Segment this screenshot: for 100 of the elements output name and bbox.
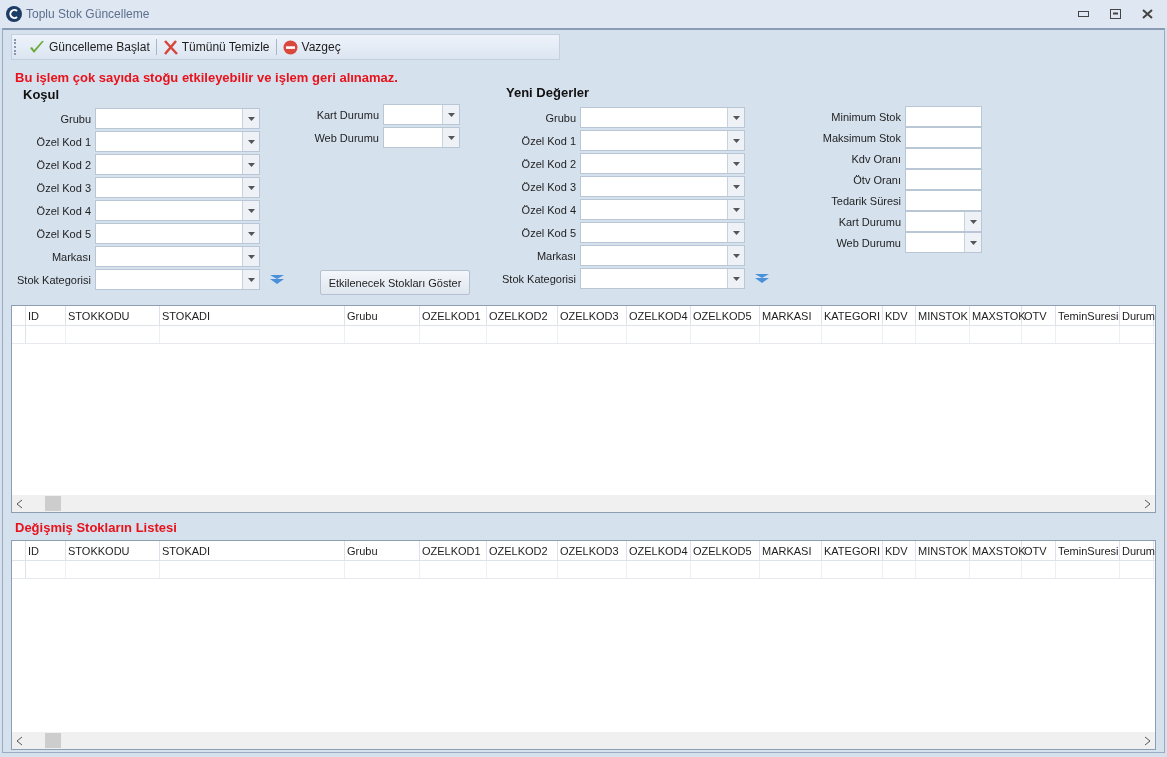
dropdown-arrow-icon bbox=[732, 253, 740, 258]
field-label: Web Durumu bbox=[835, 236, 901, 249]
input-field[interactable] bbox=[905, 106, 982, 127]
combo-box[interactable] bbox=[95, 223, 260, 244]
combo-box[interactable] bbox=[580, 107, 745, 128]
field-label: Özel Kod 1 bbox=[520, 134, 576, 147]
dropdown-arrow-icon bbox=[247, 139, 255, 144]
horizontal-scrollbar[interactable] bbox=[12, 732, 1155, 749]
combo-box[interactable] bbox=[580, 245, 745, 266]
column-header[interactable]: OZELKOD2 bbox=[487, 541, 558, 560]
column-header[interactable]: OZELKOD1 bbox=[420, 541, 487, 560]
dropdown-arrow-icon bbox=[732, 230, 740, 235]
dropdown-arrow-icon bbox=[969, 240, 977, 245]
field-label: Ötv Oranı bbox=[852, 173, 901, 186]
window-title: Toplu Stok Güncelleme bbox=[26, 7, 151, 21]
column-header[interactable]: ID bbox=[26, 306, 66, 325]
field-label: Stok Kategorisi bbox=[16, 273, 91, 286]
field-label: Kart Durumu bbox=[837, 215, 901, 228]
column-header[interactable]: OZELKOD4 bbox=[627, 541, 691, 560]
horizontal-scrollbar[interactable] bbox=[12, 495, 1155, 512]
column-header[interactable]: TeminSuresi bbox=[1056, 541, 1120, 560]
input-field[interactable] bbox=[905, 169, 982, 190]
field-label: Markası bbox=[50, 250, 91, 263]
combo-box[interactable] bbox=[95, 269, 260, 290]
column-header[interactable]: OZELKOD2 bbox=[487, 306, 558, 325]
column-header[interactable]: OZELKOD5 bbox=[691, 306, 760, 325]
dropdown-arrow-icon bbox=[247, 116, 255, 121]
checkmark-icon bbox=[29, 40, 45, 54]
field-label: Kdv Oranı bbox=[850, 152, 901, 165]
column-header[interactable]: MINSTOK bbox=[916, 541, 970, 560]
combo-box[interactable] bbox=[95, 108, 260, 129]
dropdown-arrow-icon bbox=[732, 184, 740, 189]
combo-box[interactable] bbox=[580, 222, 745, 243]
column-header[interactable]: STOKADI bbox=[160, 541, 345, 560]
input-field[interactable] bbox=[905, 127, 982, 148]
column-header[interactable]: Durum bbox=[1120, 541, 1154, 560]
column-header[interactable]: TeminSuresi bbox=[1056, 306, 1120, 325]
dropdown-arrow-icon bbox=[247, 162, 255, 167]
combo-box[interactable] bbox=[580, 176, 745, 197]
column-header[interactable]: Grubu bbox=[345, 541, 420, 560]
column-header[interactable]: STOKKODU bbox=[66, 306, 160, 325]
toolbar-button[interactable]: Güncelleme Başlat bbox=[25, 36, 154, 58]
column-header[interactable]: KATEGORI bbox=[822, 541, 883, 560]
warning-text: Bu işlem çok sayıda stoğu etkileyebilir ve işlem geri alınamaz. bbox=[15, 70, 399, 85]
field-label: Özel Kod 5 bbox=[35, 227, 91, 240]
field-label: Minimum Stok bbox=[830, 110, 901, 123]
toolbar-button[interactable]: Vazgeç bbox=[278, 36, 345, 58]
column-header[interactable]: OZELKOD3 bbox=[558, 306, 627, 325]
column-header[interactable]: KDV bbox=[883, 541, 916, 560]
combo-box[interactable] bbox=[383, 127, 460, 148]
filter-icon[interactable] bbox=[755, 274, 769, 283]
combo-box[interactable] bbox=[95, 154, 260, 175]
column-header[interactable]: MARKASI bbox=[760, 541, 822, 560]
column-header[interactable]: ID bbox=[26, 541, 66, 560]
column-header[interactable]: Grubu bbox=[345, 306, 420, 325]
dropdown-arrow-icon bbox=[732, 276, 740, 281]
combo-box[interactable] bbox=[95, 131, 260, 152]
column-header[interactable]: OZELKOD3 bbox=[558, 541, 627, 560]
column-header[interactable]: OZELKOD1 bbox=[420, 306, 487, 325]
dropdown-arrow-icon bbox=[969, 219, 977, 224]
combo-box[interactable] bbox=[580, 130, 745, 151]
field-label: Özel Kod 3 bbox=[520, 180, 576, 193]
close-icon bbox=[1141, 9, 1153, 19]
field-label: Stok Kategorisi bbox=[502, 272, 576, 285]
dropdown-arrow-icon bbox=[447, 135, 455, 140]
input-field[interactable] bbox=[905, 190, 982, 211]
input-field[interactable] bbox=[905, 148, 982, 169]
combo-box[interactable] bbox=[383, 104, 460, 125]
scroll-thumb[interactable] bbox=[45, 496, 61, 511]
section-title: Koşul bbox=[23, 87, 61, 103]
combo-box[interactable] bbox=[95, 200, 260, 221]
column-header[interactable]: Durum bbox=[1120, 306, 1154, 325]
column-header[interactable]: STOKADI bbox=[160, 306, 345, 325]
maximize-icon bbox=[1109, 9, 1121, 19]
field-label: Özel Kod 5 bbox=[520, 226, 576, 239]
toolbar-button[interactable]: Tümünü Temizle bbox=[158, 36, 274, 58]
column-header[interactable]: STOKKODU bbox=[66, 541, 160, 560]
column-header[interactable]: KATEGORI bbox=[822, 306, 883, 325]
combo-box[interactable] bbox=[905, 211, 982, 232]
column-header[interactable]: MINSTOK bbox=[916, 306, 970, 325]
column-header[interactable]: MARKASI bbox=[760, 306, 822, 325]
filter-icon[interactable] bbox=[270, 275, 284, 284]
field-label: Kart Durumu bbox=[315, 108, 379, 121]
show-affected-button[interactable]: Etkilenecek Stokları Göster bbox=[320, 270, 470, 295]
minimize-icon bbox=[1077, 11, 1089, 17]
field-label: Özel Kod 2 bbox=[520, 157, 576, 170]
column-header[interactable]: OZELKOD5 bbox=[691, 541, 760, 560]
combo-box[interactable] bbox=[580, 268, 745, 289]
field-label: Özel Kod 4 bbox=[520, 203, 576, 216]
combo-box[interactable] bbox=[95, 177, 260, 198]
dropdown-arrow-icon bbox=[247, 185, 255, 190]
scroll-thumb[interactable] bbox=[45, 733, 61, 748]
combo-box[interactable] bbox=[95, 246, 260, 267]
stop-icon bbox=[282, 39, 298, 55]
combo-box[interactable] bbox=[580, 153, 745, 174]
column-header[interactable]: KDV bbox=[883, 306, 916, 325]
combo-box[interactable] bbox=[580, 199, 745, 220]
dropdown-arrow-icon bbox=[247, 231, 255, 236]
combo-box[interactable] bbox=[905, 232, 982, 253]
column-header[interactable]: OZELKOD4 bbox=[627, 306, 691, 325]
